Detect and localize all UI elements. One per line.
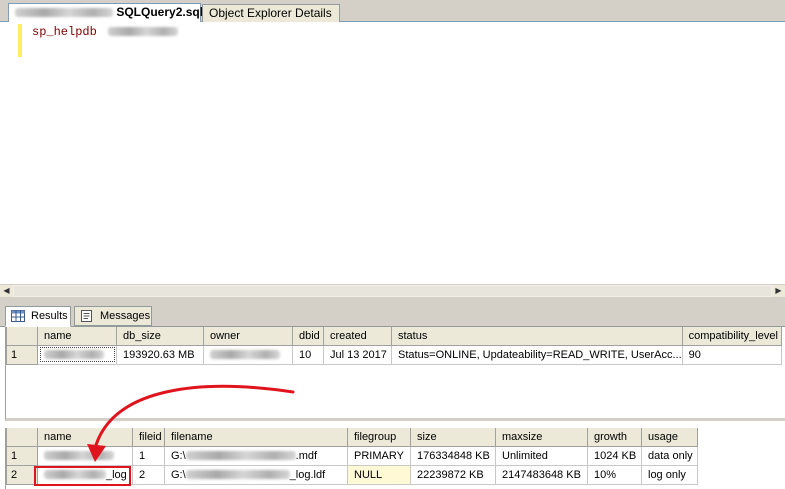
row-number[interactable]: 1 (6, 445, 38, 466)
cell-dbid[interactable]: 10 (292, 344, 324, 365)
column-header[interactable]: name (37, 428, 133, 447)
column-header[interactable]: filename (164, 428, 348, 447)
redacted-value (44, 350, 104, 360)
results-tab-strip: Results Messages (0, 305, 785, 327)
query-editor[interactable]: sp_helpdb (0, 22, 785, 284)
tab-results[interactable]: Results (5, 306, 71, 327)
cell-compatibility-level[interactable]: 90 (681, 344, 782, 365)
modified-line-marker (18, 24, 22, 57)
column-header[interactable]: compatibility_level (681, 327, 782, 346)
table-header-row: name db_size owner dbid created status c… (6, 327, 782, 346)
cell-filename[interactable]: G:\ .mdf (164, 445, 348, 466)
pane-splitter[interactable] (0, 297, 785, 305)
filename-suffix: _log.ldf (289, 468, 326, 481)
filename-prefix: G:\ (171, 468, 186, 481)
cell-usage[interactable]: log only (641, 464, 698, 485)
cell-growth[interactable]: 1024 KB (587, 445, 642, 466)
redacted-value (44, 451, 114, 461)
cell-filename[interactable]: G:\ _log.ldf (164, 464, 348, 485)
table-row[interactable]: 1 193920.63 MB 10 Jul 13 2017 Status=ONL… (6, 344, 782, 365)
tab-messages[interactable]: Messages (74, 306, 152, 326)
cell-name[interactable] (37, 344, 117, 365)
column-header[interactable]: status (391, 327, 683, 346)
scrollbar-thumb[interactable] (14, 286, 771, 296)
cell-filegroup[interactable]: NULL (347, 464, 411, 485)
document-tab-strip: SQLQuery2.sql* Object Explorer Details (0, 0, 785, 22)
cell-growth[interactable]: 10% (587, 464, 642, 485)
redacted-server-name (15, 8, 113, 18)
cell-created[interactable]: Jul 13 2017 (323, 344, 392, 365)
cell-filegroup[interactable]: PRIMARY (347, 445, 411, 466)
cell-maxsize[interactable]: Unlimited (495, 445, 588, 466)
cell-status[interactable]: Status=ONLINE, Updateability=READ_WRITE,… (391, 344, 683, 365)
redacted-value (210, 350, 280, 360)
scroll-left-arrow-icon[interactable]: ◀ (0, 285, 13, 297)
code-line-1: sp_helpdb (32, 25, 179, 39)
editor-horizontal-scrollbar[interactable]: ◀ ▶ (0, 284, 785, 297)
editor-gutter (0, 22, 18, 284)
column-header[interactable]: name (37, 327, 117, 346)
column-header[interactable]: owner (203, 327, 293, 346)
column-header[interactable]: filegroup (347, 428, 411, 447)
column-header[interactable]: size (410, 428, 496, 447)
code-keyword: sp_helpdb (32, 25, 97, 39)
tab-results-label: Results (31, 310, 68, 322)
redacted-database-name (108, 27, 179, 37)
database-info-table: name db_size owner dbid created status c… (6, 327, 782, 365)
cell-owner[interactable] (203, 344, 293, 365)
header-corner[interactable] (6, 327, 38, 346)
table-header-row: name fileid filename filegroup size maxs… (6, 428, 698, 447)
cell-db-size[interactable]: 193920.63 MB (116, 344, 204, 365)
scroll-right-arrow-icon[interactable]: ▶ (772, 285, 785, 297)
filename-prefix: G:\ (171, 449, 186, 462)
column-header[interactable]: db_size (116, 327, 204, 346)
cell-usage[interactable]: data only (641, 445, 698, 466)
cell-size[interactable]: 22239872 KB (410, 464, 496, 485)
tab-sqlquery2[interactable]: SQLQuery2.sql* (8, 3, 208, 22)
tab-object-explorer-details-label: Object Explorer Details (209, 6, 332, 20)
column-header[interactable]: dbid (292, 327, 324, 346)
column-header[interactable]: maxsize (495, 428, 588, 447)
column-header[interactable]: fileid (132, 428, 165, 447)
cell-fileid[interactable]: 1 (132, 445, 165, 466)
filename-suffix: .mdf (295, 449, 318, 462)
redacted-value (185, 470, 290, 480)
column-header[interactable]: growth (587, 428, 642, 447)
tab-sqlquery2-label: SQLQuery2.sql* (116, 5, 208, 19)
cell-size[interactable]: 176334848 KB (410, 445, 496, 466)
cell-name[interactable] (37, 445, 133, 466)
column-header[interactable]: created (323, 327, 392, 346)
result-grid-database[interactable]: name db_size owner dbid created status c… (5, 327, 785, 421)
tab-messages-label: Messages (100, 310, 151, 322)
cell-maxsize[interactable]: 2147483648 KB (495, 464, 588, 485)
cell-fileid[interactable]: 2 (132, 464, 165, 485)
row-number[interactable]: 1 (6, 344, 38, 365)
grid-icon (11, 310, 25, 322)
tab-object-explorer-details[interactable]: Object Explorer Details (202, 4, 340, 22)
row-number[interactable]: 2 (6, 464, 38, 485)
header-corner[interactable] (6, 428, 38, 447)
redacted-value (185, 451, 296, 461)
messages-icon (81, 310, 92, 322)
highlight-box (34, 466, 131, 486)
table-row[interactable]: 1 1 G:\ .mdf PRIMARY 176334848 KB Unlimit… (6, 445, 698, 466)
column-header[interactable]: usage (641, 428, 698, 447)
